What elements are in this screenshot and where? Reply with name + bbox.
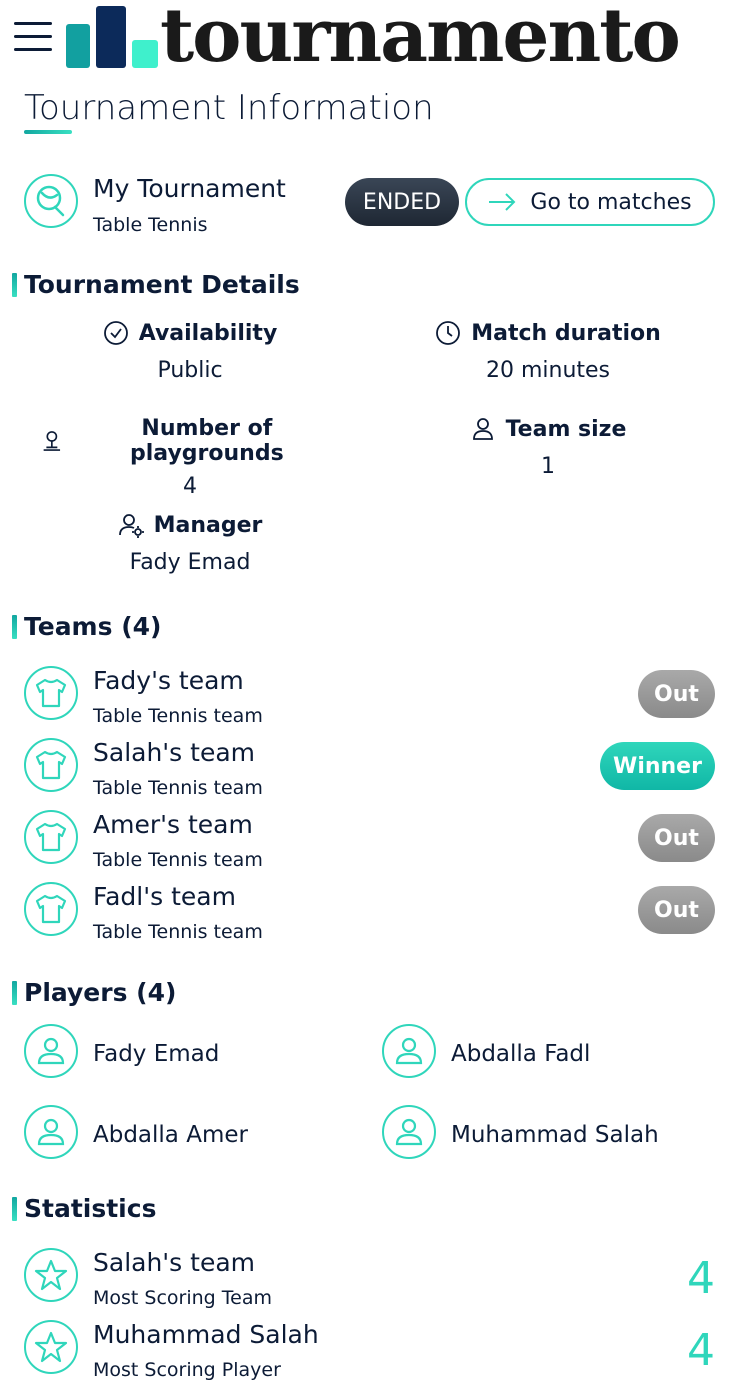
- user-icon: [382, 1024, 436, 1078]
- stat-row: Muhammad Salah Most Scoring Player 4: [0, 1318, 739, 1381]
- player-name: Fady Emad: [93, 1041, 220, 1067]
- logo-icon: [66, 6, 158, 70]
- check-circle-icon: [103, 321, 128, 345]
- team-size-detail: Team size 1: [398, 416, 698, 479]
- team-status-badge: Out: [638, 886, 715, 934]
- title-underline: [24, 130, 72, 134]
- team-row[interactable]: Fadl's team Table Tennis team Out: [0, 880, 739, 943]
- manager-value: Fady Emad: [129, 550, 251, 575]
- duration-detail: Match duration 20 minutes: [398, 320, 698, 383]
- team-name: Amer's team: [93, 810, 253, 839]
- playgrounds-value: 4: [183, 474, 197, 499]
- player-name: Abdalla Amer: [93, 1122, 248, 1148]
- person-gear-icon: [118, 514, 144, 538]
- team-sub: Table Tennis team: [93, 705, 263, 727]
- stat-sub: Most Scoring Player: [93, 1359, 281, 1381]
- team-sub: Table Tennis team: [93, 849, 263, 871]
- shirt-icon: [24, 666, 78, 720]
- availability-value: Public: [157, 358, 223, 383]
- team-sub: Table Tennis team: [93, 921, 263, 943]
- players-heading: Players (4): [12, 978, 176, 1008]
- team-size-value: 1: [541, 454, 555, 479]
- team-status-badge: Winner: [600, 742, 715, 790]
- arrow-right-icon: [489, 193, 516, 211]
- ping-pong-icon: [24, 174, 78, 228]
- go-to-matches-button[interactable]: Go to matches: [465, 178, 715, 226]
- player-item[interactable]: Abdalla Fadl: [382, 1024, 722, 1082]
- shirt-icon: [24, 738, 78, 792]
- page-title: Tournament Information: [24, 88, 434, 128]
- player-name: Muhammad Salah: [451, 1122, 659, 1148]
- player-item[interactable]: Muhammad Salah: [382, 1105, 722, 1163]
- team-status-badge: Out: [638, 814, 715, 862]
- duration-value: 20 minutes: [485, 358, 611, 383]
- stat-value: 4: [687, 1325, 715, 1376]
- statistics-heading: Statistics: [12, 1194, 156, 1224]
- manager-detail: Manager Fady Emad: [40, 512, 340, 575]
- tournament-name: My Tournament: [93, 174, 286, 203]
- stat-name: Salah's team: [93, 1248, 255, 1277]
- user-icon: [24, 1105, 78, 1159]
- team-name: Salah's team: [93, 738, 255, 767]
- user-icon: [382, 1105, 436, 1159]
- team-row[interactable]: Salah's team Table Tennis team Winner: [0, 736, 739, 799]
- team-size-label: Team size: [505, 416, 627, 442]
- user-icon: [24, 1024, 78, 1078]
- team-name: Fadl's team: [93, 882, 236, 911]
- stat-name: Muhammad Salah: [93, 1320, 319, 1349]
- star-icon: [24, 1248, 78, 1302]
- playgrounds-label: Number of playgrounds: [130, 416, 284, 466]
- player-item[interactable]: Fady Emad: [24, 1024, 354, 1082]
- duration-label: Match duration: [471, 320, 661, 346]
- star-icon: [24, 1320, 78, 1374]
- team-status-badge: Out: [638, 670, 715, 718]
- shirt-icon: [24, 882, 78, 936]
- person-icon: [472, 418, 493, 440]
- stat-value: 4: [687, 1253, 715, 1304]
- go-to-matches-label: Go to matches: [530, 189, 692, 215]
- team-row[interactable]: Amer's team Table Tennis team Out: [0, 808, 739, 871]
- menu-icon[interactable]: [14, 22, 52, 54]
- player-name: Abdalla Fadl: [451, 1041, 591, 1067]
- availability-detail: Availability Public: [40, 320, 340, 383]
- shirt-icon: [24, 810, 78, 864]
- player-item[interactable]: Abdalla Amer: [24, 1105, 354, 1163]
- clock-icon: [436, 321, 461, 345]
- stat-row: Salah's team Most Scoring Team 4: [0, 1246, 739, 1309]
- playgrounds-detail: Number of playgrounds 4: [40, 416, 340, 499]
- details-heading: Tournament Details: [12, 270, 300, 300]
- team-name: Fady's team: [93, 666, 244, 695]
- stat-sub: Most Scoring Team: [93, 1287, 272, 1309]
- brand-name: tournamento: [160, 0, 681, 79]
- manager-label: Manager: [153, 512, 263, 538]
- availability-label: Availability: [138, 320, 278, 346]
- team-sub: Table Tennis team: [93, 777, 263, 799]
- teams-heading: Teams (4): [12, 612, 161, 642]
- status-badge: ENDED: [345, 178, 459, 226]
- tournament-sport: Table Tennis: [93, 214, 208, 236]
- location-person-icon: [43, 431, 61, 451]
- team-row[interactable]: Fady's team Table Tennis team Out: [0, 664, 739, 727]
